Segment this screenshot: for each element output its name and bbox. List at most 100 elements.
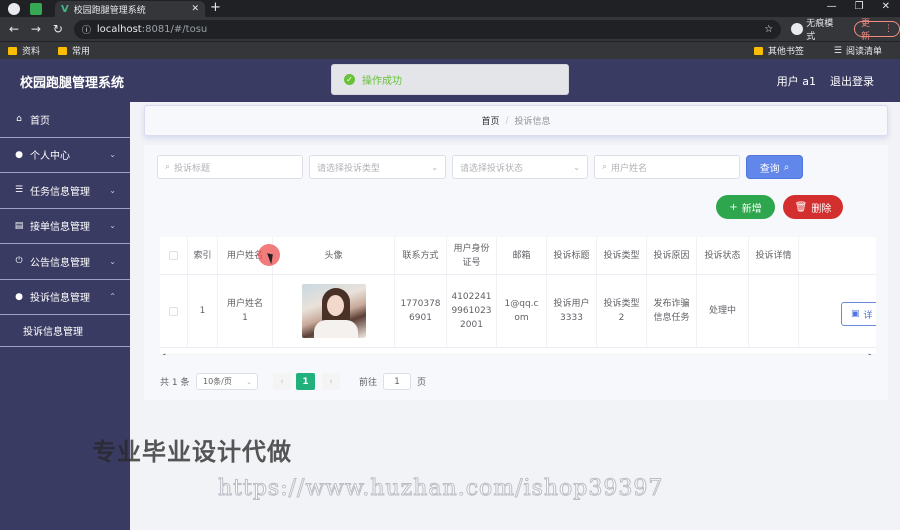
- restore-icon[interactable]: ❐: [855, 1, 864, 12]
- avatar: [301, 284, 366, 338]
- bookmark-folder-2[interactable]: 常用: [58, 44, 90, 57]
- column-header: 投诉类型: [597, 237, 647, 274]
- home-icon: ⌂: [16, 114, 22, 125]
- sidebar-item-notices[interactable]: ⏻ 公告信息管理 ⌄: [0, 244, 130, 280]
- incognito-indicator[interactable]: 无痕模式: [791, 16, 842, 42]
- search-icon: ⌕: [165, 162, 171, 172]
- logout-button[interactable]: 退出登录: [830, 73, 874, 89]
- bookmark-star-icon[interactable]: ☆: [764, 24, 773, 35]
- cell-email: 1@qq.c om: [497, 275, 547, 347]
- bookmark-label: 常用: [72, 47, 91, 57]
- folder-icon: [753, 46, 763, 55]
- column-header: 邮箱: [497, 237, 547, 274]
- goto-page-input[interactable]: 1: [383, 373, 412, 390]
- breadcrumb-current: 投诉信息: [514, 117, 551, 127]
- column-header: 投诉详情: [749, 237, 799, 274]
- user-icon: ●: [15, 291, 23, 302]
- update-button[interactable]: 更新 ⋮: [854, 19, 900, 42]
- type-select[interactable]: 请选择投诉类型 ⌄: [309, 155, 446, 179]
- vue-logo-icon: V: [61, 3, 69, 15]
- prev-page-button[interactable]: ‹: [273, 373, 291, 390]
- row-select-cell: [160, 275, 188, 347]
- browser-toolbar: ← → ↻ ⓘ localhost:8081/#/tosu ☆ 无痕模式 更新 …: [0, 16, 900, 42]
- detail-button[interactable]: ▣ 详: [841, 302, 876, 326]
- select-all-checkbox[interactable]: [169, 251, 178, 260]
- search-button-label: 查询: [759, 163, 780, 175]
- chevron-down-icon: ⌄: [573, 162, 580, 172]
- page-suffix: 页: [417, 378, 427, 388]
- current-page-button[interactable]: 1: [296, 373, 315, 390]
- username-search-input[interactable]: ⌕ 用户姓名: [594, 155, 740, 179]
- reload-icon[interactable]: ↻: [50, 22, 66, 36]
- sidebar-item-tasks[interactable]: ☰ 任务信息管理 ⌄: [0, 173, 130, 209]
- reading-list[interactable]: ☰ 阅读清单: [833, 44, 882, 58]
- folder-icon: [58, 46, 68, 55]
- scroll-left-icon[interactable]: ◀: [160, 352, 165, 355]
- horizontal-scrollbar[interactable]: ◀ ▶: [160, 352, 876, 355]
- sidebar-subitem-complaints[interactable]: 投诉信息管理: [0, 315, 130, 347]
- other-bookmarks[interactable]: 其他书签: [753, 44, 804, 57]
- title-placeholder: 投诉标题: [174, 163, 211, 174]
- sidebar-subitem-label: 投诉信息管理: [23, 327, 83, 338]
- reading-list-icon: ☰: [833, 45, 842, 56]
- cell-index: 1: [188, 275, 218, 347]
- update-label: 更新: [861, 19, 871, 42]
- trash-icon: 🗑: [794, 201, 808, 213]
- minimize-icon[interactable]: —: [827, 1, 837, 12]
- search-button[interactable]: 查询 ⌕: [746, 155, 803, 179]
- sidebar-item-complaints[interactable]: ● 投诉信息管理 ⌃: [0, 280, 130, 315]
- delete-button[interactable]: 🗑 删除: [783, 195, 843, 219]
- bookmark-folder-1[interactable]: 资料: [8, 44, 40, 57]
- browser-tab-strip: V 校园跑腿管理系统 ✕ + — ❐ ✕: [0, 0, 900, 17]
- pagination-total: 共 1 条: [160, 377, 190, 388]
- sidebar-item-orders[interactable]: ▤ 接单信息管理 ⌄: [0, 209, 130, 244]
- info-icon[interactable]: ⓘ: [82, 23, 91, 36]
- list-icon: ☰: [14, 185, 24, 196]
- chevron-down-icon: ⌄: [109, 221, 116, 231]
- plus-icon: +: [729, 201, 738, 213]
- bookmark-label: 其他书签: [767, 47, 804, 57]
- add-button[interactable]: + 新增: [716, 195, 775, 219]
- search-icon: ⌕: [783, 161, 790, 173]
- cell-avatar: [273, 275, 395, 347]
- sidebar-item-profile[interactable]: ● 个人中心 ⌄: [0, 138, 130, 173]
- title-search-input[interactable]: ⌕ 投诉标题: [157, 155, 303, 179]
- column-header: 投诉状态: [697, 237, 749, 274]
- type-placeholder: 请选择投诉类型: [317, 163, 381, 174]
- new-tab-button[interactable]: +: [210, 0, 221, 15]
- goto-label: 前往: [359, 378, 378, 388]
- back-icon[interactable]: ←: [6, 22, 22, 36]
- delete-button-label: 删除: [811, 203, 832, 215]
- sidebar-item-label: 接单信息管理: [30, 222, 90, 234]
- table-row[interactable]: 1 用户姓名 1 1770378 6901 4102241 9961023 20…: [160, 275, 876, 348]
- cell-type: 投诉类型 2: [597, 275, 647, 347]
- cell-reason: 发布诈骗 信息任务: [647, 275, 697, 347]
- browser-tab[interactable]: V 校园跑腿管理系统 ✕: [55, 1, 205, 17]
- chevron-up-icon: ⌃: [109, 292, 116, 302]
- scroll-right-icon[interactable]: ▶: [869, 352, 874, 355]
- close-window-icon[interactable]: ✕: [882, 1, 890, 12]
- page-size-select[interactable]: 10条/页 ⌄: [196, 373, 258, 390]
- breadcrumb-home[interactable]: 首页: [481, 114, 499, 127]
- incognito-label: 无痕模式: [806, 19, 834, 42]
- next-page-button[interactable]: ›: [322, 373, 340, 390]
- row-checkbox[interactable]: [169, 306, 178, 316]
- watermark-url: https://www.huzhan.com/ishop39397: [217, 476, 664, 502]
- status-select[interactable]: 请选择投诉状态 ⌄: [452, 155, 588, 179]
- forward-icon[interactable]: →: [28, 22, 44, 36]
- column-header: 索引: [188, 237, 218, 274]
- page-jump: 前往 1 页: [359, 373, 426, 390]
- bookmark-label: 阅读清单: [845, 47, 882, 57]
- column-header: 联系方式: [395, 237, 447, 274]
- sidebar-item-home[interactable]: ⌂ 首页: [0, 102, 130, 138]
- watermark-text: 专业毕业设计代做: [92, 438, 292, 466]
- sidebar-item-label: 首页: [30, 115, 50, 127]
- more-icon: ⋮: [884, 24, 893, 34]
- address-bar[interactable]: ⓘ localhost:8081/#/tosu ☆: [73, 19, 782, 39]
- tab-close-icon[interactable]: ✕: [191, 4, 199, 14]
- clipboard-icon: ▤: [14, 220, 24, 231]
- username-placeholder: 用户姓名: [611, 163, 648, 174]
- column-header: 头像: [273, 237, 395, 274]
- bookmark-label: 资料: [22, 47, 41, 57]
- column-header: 用户身份 证号: [447, 237, 497, 274]
